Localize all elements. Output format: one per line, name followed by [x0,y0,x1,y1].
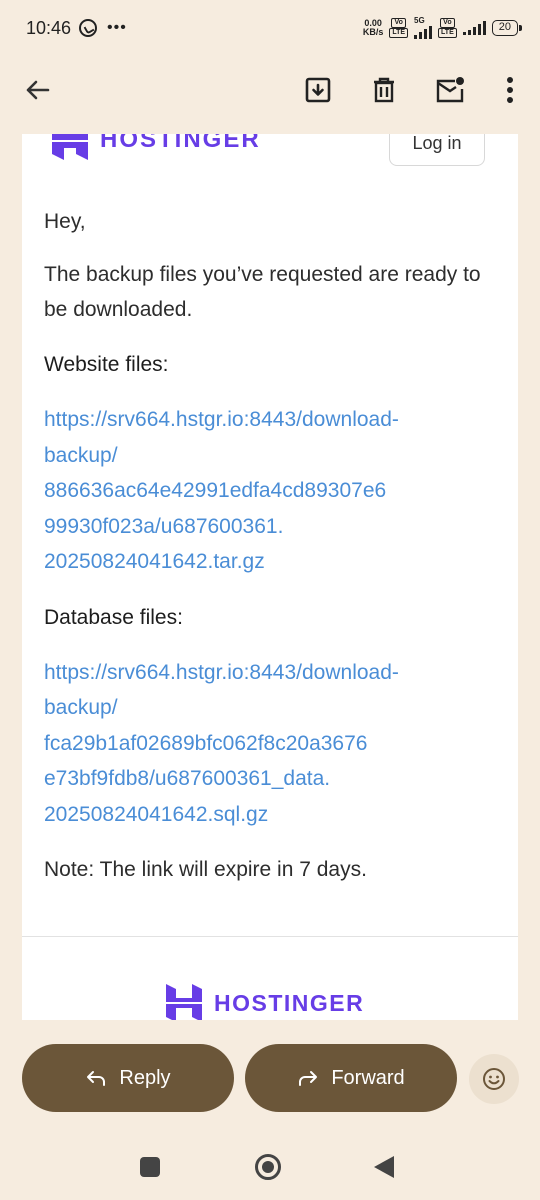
hostinger-logo-icon [52,134,88,160]
more-notifications-icon: ••• [107,19,127,36]
more-options-button[interactable] [494,74,526,106]
recent-apps-button[interactable] [140,1157,160,1177]
status-time: 10:46 [26,17,72,38]
status-right: 0.00 KB/s Vo LTE 5G Vo LTE 20 [363,16,523,39]
intro-text: The backup files you’ve requested are re… [44,263,481,321]
lte-badge: LTE [389,28,409,38]
email-content: HOSTINGER Log in Hey, The backup files y… [22,134,518,1020]
hostinger-header-logo[interactable]: HOSTINGER [52,134,261,160]
vo-badge: Vo [391,18,406,28]
database-files-label: Database files: [44,605,183,629]
mark-unread-button[interactable] [434,74,466,106]
trash-icon [374,77,394,103]
signal-icon-2 [462,21,486,35]
network-speed-unit: KB/s [362,27,384,37]
vo-badge-2: Vo [440,18,455,28]
archive-icon [305,77,331,103]
email-body: Hey, The backup files you’ve requested a… [44,204,504,887]
signal-icon [414,25,433,39]
mail-unread-icon [436,77,464,103]
network-speed: 0.00 KB/s [363,19,384,37]
forward-button[interactable]: Forward [245,1044,457,1112]
greeting: Hey, [44,210,86,233]
emoji-smile-icon [483,1068,505,1090]
hostinger-footer-logo[interactable]: HOSTINGER [166,984,364,1020]
whatsapp-icon [79,19,98,37]
signal-5g: 5G [414,16,433,39]
forward-label: Forward [331,1066,405,1089]
reply-icon [87,1071,106,1086]
reply-button[interactable]: Reply [22,1044,234,1112]
status-left: 10:46 ••• [26,18,127,39]
network-type: 5G [414,16,425,25]
login-button[interactable]: Log in [389,134,485,166]
hostinger-logo-text: HOSTINGER [100,134,261,153]
status-bar: 10:46 ••• 0.00 KB/s Vo LTE 5G Vo LTE 20 [0,0,540,56]
divider [22,936,518,937]
system-back-button[interactable] [374,1156,394,1178]
more-vert-icon [507,77,513,103]
email-toolbar [0,56,540,134]
action-bar: Reply Forward [0,1020,540,1136]
website-files-label: Website files: [44,353,169,376]
forward-icon [299,1071,318,1086]
system-nav-bar [0,1136,540,1200]
back-button[interactable] [22,74,54,106]
database-files-link[interactable]: https://srv664.hstgr.io:8443/download- b… [44,655,504,833]
vo-lte-badge-1: Vo LTE [389,18,409,38]
battery-icon: 20 [491,20,523,36]
vo-lte-badge-2: Vo LTE [438,18,457,38]
expiry-note: Note: The link will expire in 7 days. [44,858,367,881]
delete-button[interactable] [368,74,400,106]
hostinger-footer-text: HOSTINGER [214,989,365,1016]
archive-button[interactable] [302,74,334,106]
reply-label: Reply [119,1066,171,1089]
hostinger-logo-icon [166,984,202,1020]
website-files-link[interactable]: https://srv664.hstgr.io:8443/download- b… [44,402,504,580]
arrow-left-icon [26,80,50,100]
home-button[interactable] [255,1154,281,1180]
lte-badge-2: LTE [438,28,457,38]
emoji-reaction-button[interactable] [469,1054,519,1104]
